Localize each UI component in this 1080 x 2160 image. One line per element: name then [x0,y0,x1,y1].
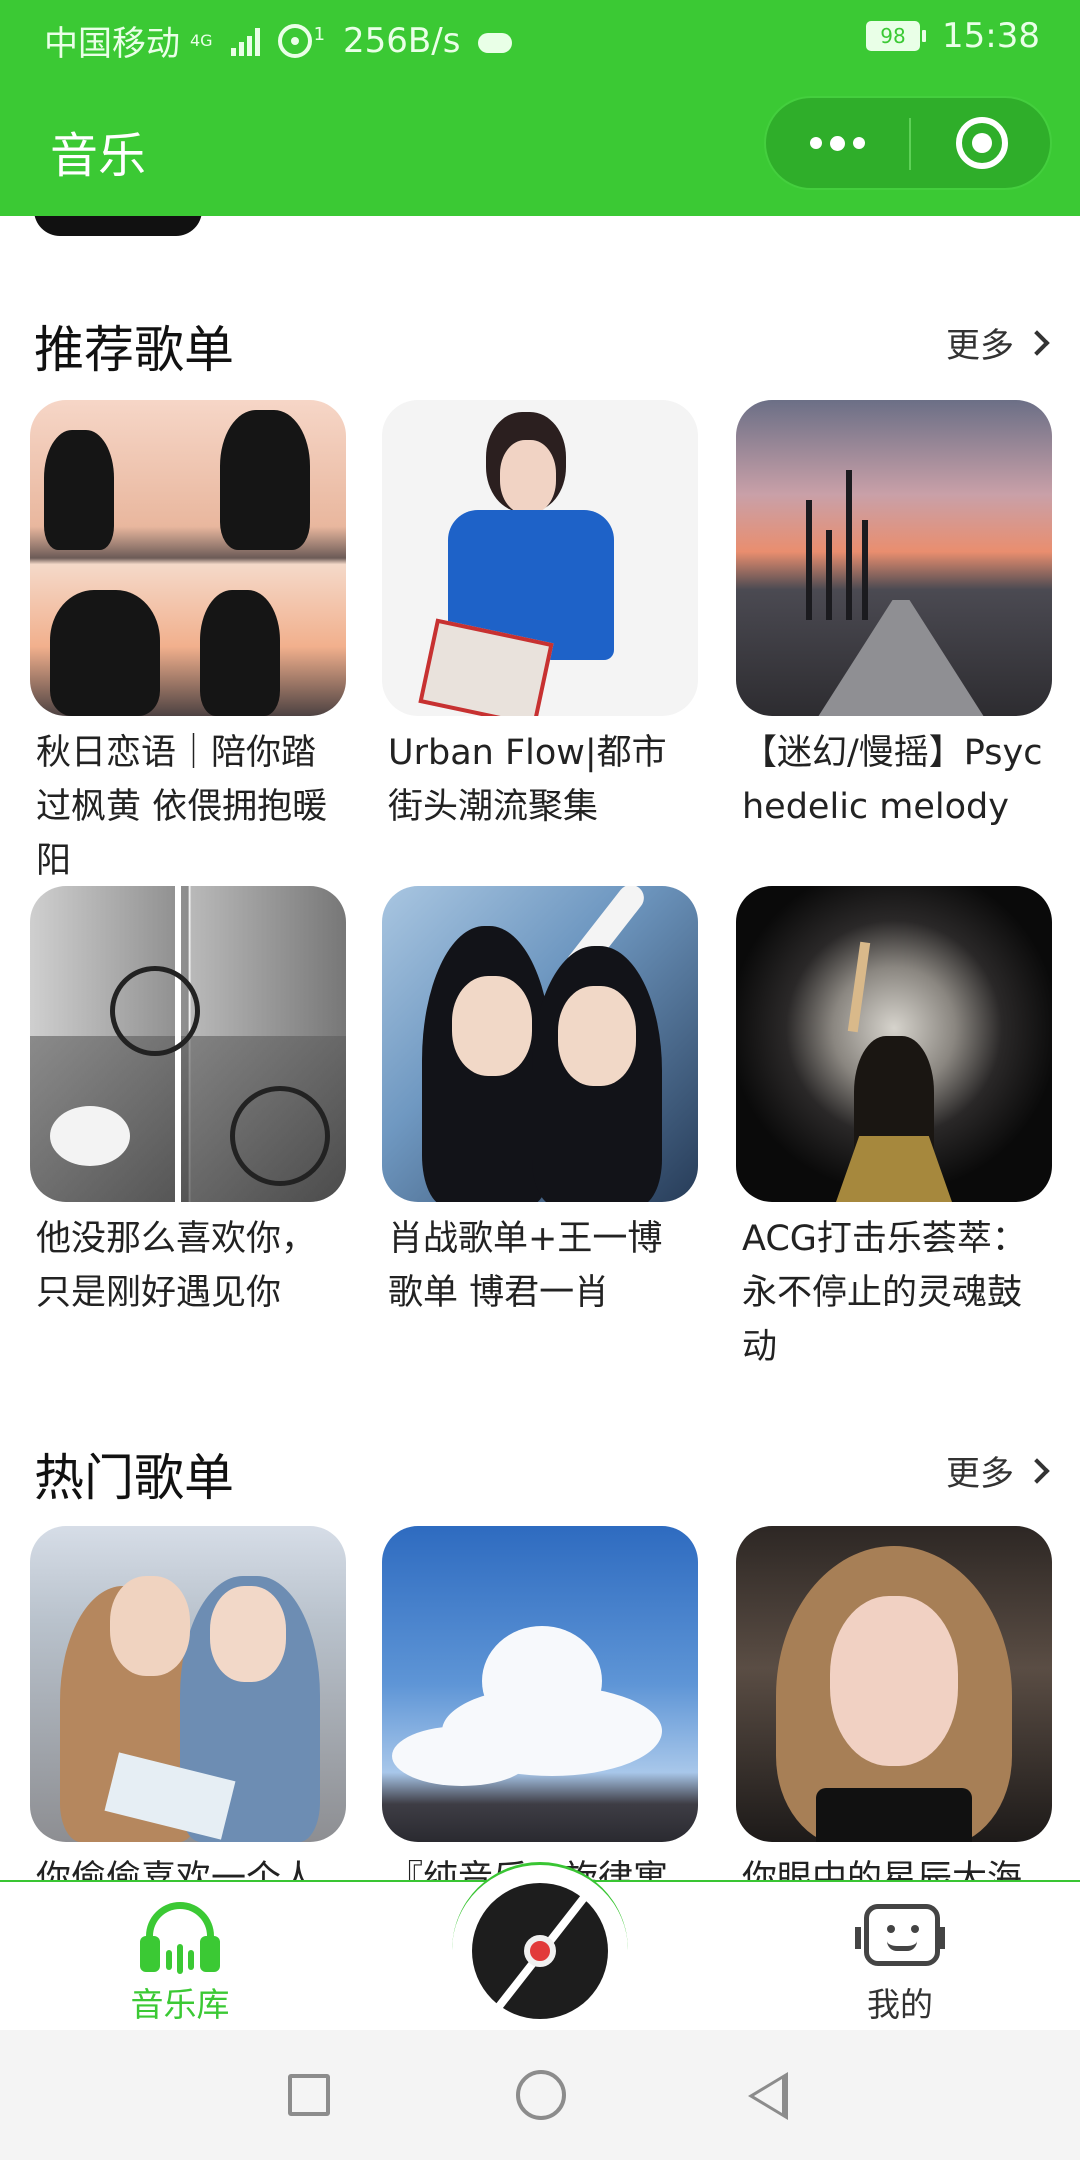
playlist-title: 你偷偷喜欢一个人 [36,1859,317,1880]
section-title: 热门歌单 [34,1449,234,1507]
cloud-icon [478,32,513,53]
playlist-card[interactable]: 他没那么喜欢你，只是刚好遇见你 [30,886,346,1320]
playlist-title: 你眼中的星辰大海 [742,1859,1023,1880]
playlist-title: ACG打击乐荟萃：永不停止的灵魂鼓动 [742,1219,1027,1367]
home-icon[interactable] [516,2070,566,2120]
playlist-title: 肖战歌单+王一博歌单 博君一肖 [388,1219,663,1313]
status-bar: 中国移动 4G 1 256B/s 98 15:38 [0,0,1080,76]
playlist-title: 秋日恋语｜陪你踏过枫黄 依偎拥抱暖阳 [36,733,328,881]
playlist-card[interactable]: Urban Flow|都市街头潮流聚集 [382,400,698,834]
playlist-card[interactable]: 你眼中的星辰大海 [736,1526,1052,1880]
playlist-card[interactable]: 【迷幻/慢摇】Psychedelic melody [736,400,1052,834]
tab-music-library[interactable]: 音乐库 [30,1882,330,2032]
back-icon[interactable] [748,2072,788,2120]
playlist-title: Urban Flow|都市街头潮流聚集 [388,733,667,827]
playlist-cover [382,1526,698,1842]
section-title: 推荐歌单 [34,321,234,379]
hotspot-count: 1 [313,23,326,45]
more-label: 更多 [946,326,1014,366]
section-header-hot: 热门歌单 更多 [34,1438,1050,1508]
section-header-recommended: 推荐歌单 更多 [34,310,1050,380]
battery-level: 98 [866,21,921,51]
more-link[interactable]: 更多 [946,318,1050,367]
tab-mine[interactable]: 我的 [750,1882,1050,2032]
playlist-cover [382,886,698,1202]
chevron-right-icon [1024,329,1050,356]
robot-face-icon [855,1904,945,1966]
battery-icon: 98 [866,21,927,51]
vinyl-disc-icon [472,1883,608,2019]
playlist-cover [736,1526,1052,1842]
playlist-cover [736,400,1052,716]
top-bar: 中国移动 4G 1 256B/s 98 15:38 音乐 [0,0,1080,216]
more-link[interactable]: 更多 [946,1446,1050,1495]
hotspot-icon: 1 [277,23,326,58]
tab-label: 音乐库 [130,1985,230,2024]
signal-icon [230,26,260,56]
recent-apps-icon[interactable] [288,2074,330,2116]
carrier-label: 中国移动 [44,24,180,64]
playlist-card[interactable]: 『纯音乐』旋律寓 [382,1526,698,1880]
clock: 15:38 [942,16,1040,56]
tab-label: 我的 [867,1985,933,2024]
mini-program-capsule [764,96,1052,190]
playlist-title: 【迷幻/慢摇】Psychedelic melody [742,733,1043,827]
now-playing-button[interactable] [452,1862,628,2038]
previous-banner-edge [34,216,202,236]
system-nav-bar [0,2030,1080,2160]
headphones-icon [140,1902,220,1974]
network-type: 4G [190,30,213,50]
page-title: 音乐 [50,128,147,184]
more-label: 更多 [946,1454,1014,1494]
playlist-cover [30,1526,346,1842]
playlist-card[interactable]: ACG打击乐荟萃：永不停止的灵魂鼓动 [736,886,1052,1374]
playlist-cover [30,400,346,716]
chevron-right-icon [1024,1457,1050,1484]
playlist-card[interactable]: 肖战歌单+王一博歌单 博君一肖 [382,886,698,1320]
playlist-card[interactable]: 秋日恋语｜陪你踏过枫黄 依偎拥抱暖阳 [30,400,346,888]
playlist-cover [382,400,698,716]
main-content[interactable]: 推荐歌单 更多 秋日恋语｜陪你踏过枫黄 依偎拥抱暖阳 Urban Flow|都市… [0,216,1080,1880]
playlist-card[interactable]: 你偷偷喜欢一个人 [30,1526,346,1880]
mini-program-close-icon[interactable] [911,98,1052,188]
net-speed: 256B/s [343,20,461,61]
more-dots-icon[interactable] [766,98,909,188]
playlist-cover [736,886,1052,1202]
playlist-title: 他没那么喜欢你，只是刚好遇见你 [36,1219,317,1313]
playlist-cover [30,886,346,1202]
